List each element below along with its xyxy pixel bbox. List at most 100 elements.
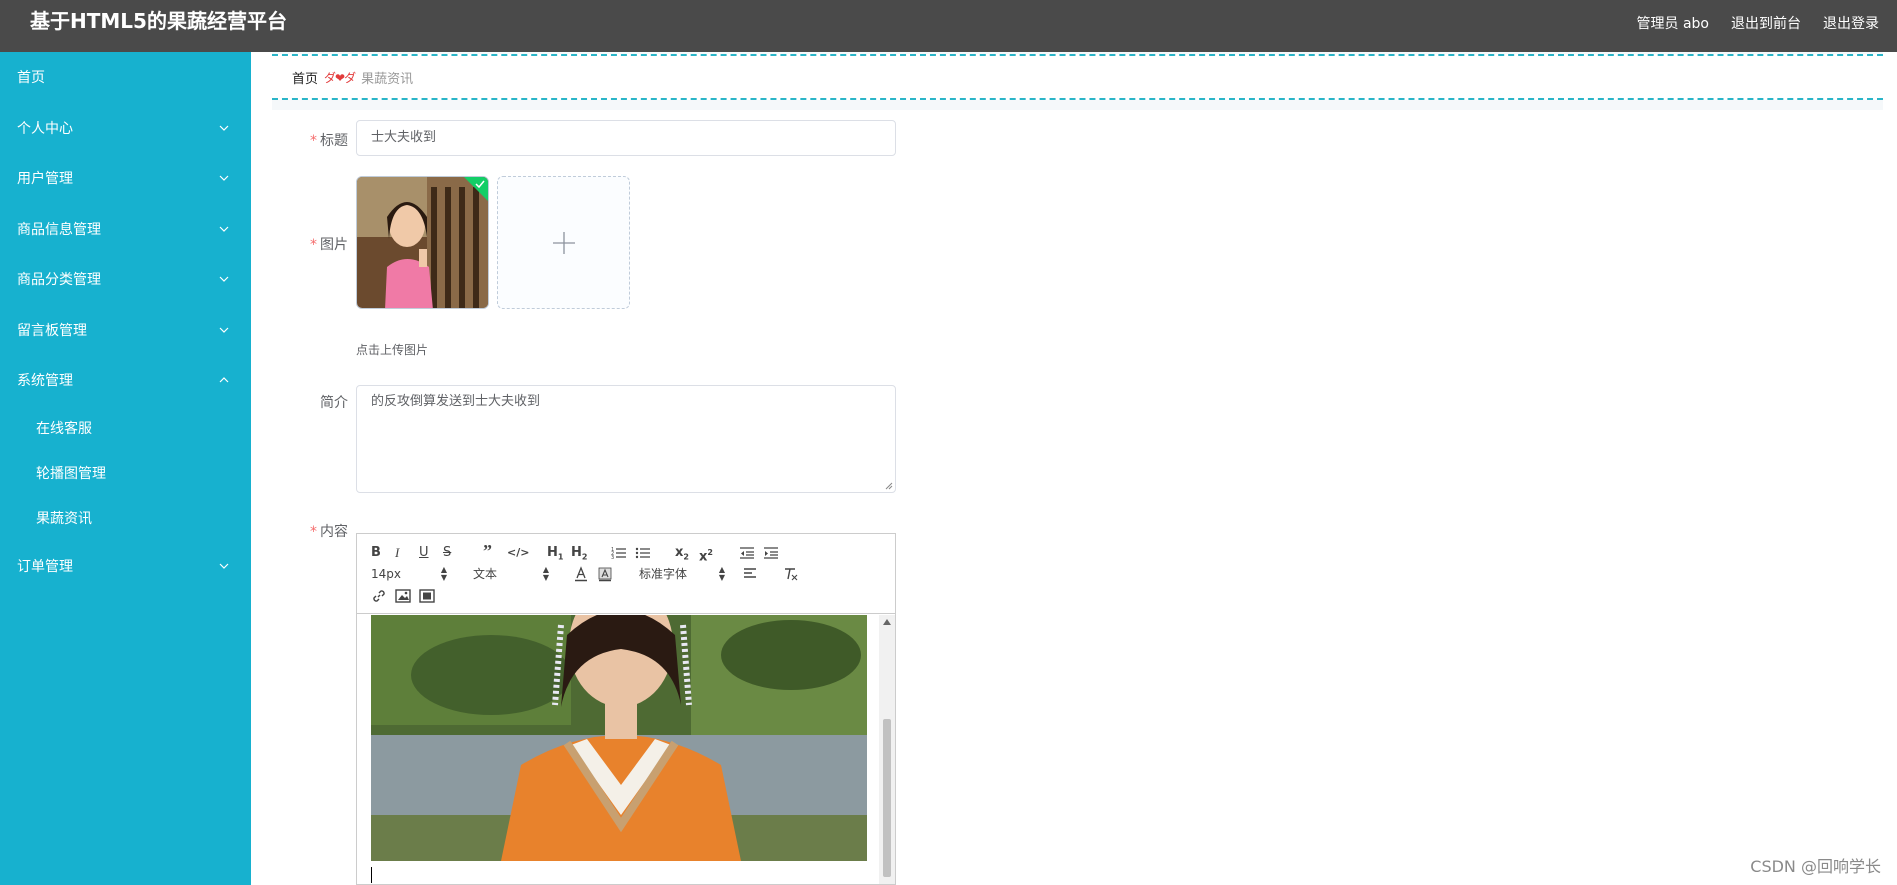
code-block-icon[interactable]: </> — [507, 545, 529, 561]
sidebar-item-label: 商品信息管理 — [17, 221, 101, 238]
font-size-value: 14px — [371, 567, 401, 581]
select-arrows-icon: ▲ ▼ — [542, 565, 549, 582]
title-input-value: 士大夫收到 — [371, 130, 437, 145]
required-mark: * — [310, 524, 317, 540]
sidebar-item-system-management[interactable]: 系统管理 — [0, 355, 251, 406]
content-label-text: 内容 — [320, 524, 348, 540]
sidebar-subitem-label: 轮播图管理 — [36, 466, 106, 482]
select-arrows-icon: ▲ ▼ — [718, 565, 725, 582]
breadcrumb-separator: ダ❤ダ — [324, 70, 356, 85]
resize-handle-icon[interactable] — [885, 482, 893, 490]
superscript-button[interactable]: x2 — [699, 545, 713, 565]
header-2-button[interactable]: H2 — [571, 545, 587, 566]
font-family-select[interactable]: 标准字体 ▲ ▼ — [639, 566, 725, 582]
app-title: 基于HTML5的果蔬经营平台 — [30, 9, 287, 33]
image-label: * 图片 — [272, 234, 348, 254]
rich-text-editor[interactable]: B I U S ” </> H1 H2 123 x2 x2 14px ▲ ▼ 文… — [356, 533, 896, 885]
svg-text:3: 3 — [611, 555, 614, 560]
sidebar-item-label: 系统管理 — [17, 373, 73, 390]
chevron-down-icon — [219, 563, 229, 569]
sidebar-subitem-label: 在线客服 — [36, 421, 92, 437]
header-select[interactable]: 文本 ▲ ▼ — [473, 566, 549, 582]
sidebar-item-message-board[interactable]: 留言板管理 — [0, 305, 251, 356]
chevron-down-icon — [219, 327, 229, 333]
title-label-text: 标题 — [320, 133, 348, 149]
form-panel: * 标题 士大夫收到 * 图片 点击上传图片 简介 的反攻倒算发送到士大夫收到 … — [272, 110, 1883, 885]
watermark: CSDN @回响学长 — [1750, 857, 1881, 876]
text-cursor — [371, 867, 372, 883]
image-icon[interactable] — [395, 589, 411, 603]
italic-button[interactable]: I — [395, 545, 399, 561]
sidebar-item-label: 首页 — [17, 70, 45, 87]
editor-embedded-image — [371, 615, 867, 861]
editor-content[interactable] — [357, 615, 895, 884]
breadcrumb-current: 果蔬资讯 — [361, 71, 414, 87]
sidebar-item-label: 个人中心 — [17, 120, 73, 137]
sidebar-subitem-label: 果蔬资讯 — [36, 511, 92, 527]
sidebar-item-order-management[interactable]: 订单管理 — [0, 541, 251, 592]
exit-to-front-link[interactable]: 退出到前台 — [1731, 13, 1801, 33]
sidebar-item-label: 留言板管理 — [17, 322, 87, 339]
chevron-down-icon — [219, 125, 229, 131]
plus-icon — [552, 231, 575, 254]
link-icon[interactable] — [371, 588, 387, 604]
upload-success-icon — [464, 177, 488, 201]
font-size-select[interactable]: 14px ▲ ▼ — [371, 566, 447, 582]
top-bar: 基于HTML5的果蔬经营平台 管理员 abo 退出到前台 退出登录 — [0, 0, 1897, 52]
editor-toolbar: B I U S ” </> H1 H2 123 x2 x2 14px ▲ ▼ 文… — [357, 534, 895, 614]
clean-format-icon[interactable] — [783, 567, 799, 581]
upload-image-button[interactable] — [497, 176, 630, 309]
chevron-up-icon — [219, 377, 229, 383]
title-input[interactable]: 士大夫收到 — [356, 120, 896, 156]
ordered-list-icon[interactable]: 123 — [611, 546, 627, 560]
sidebar-subitem-news[interactable]: 果蔬资讯 — [0, 496, 251, 541]
breadcrumb: 首页 ダ❤ダ 果蔬资讯 — [272, 54, 1883, 100]
breadcrumb-home[interactable]: 首页 — [292, 68, 318, 87]
bullet-list-icon[interactable] — [635, 546, 651, 560]
strike-button[interactable]: S — [443, 545, 451, 561]
sidebar-item-product-category[interactable]: 商品分类管理 — [0, 254, 251, 305]
sidebar-item-label: 商品分类管理 — [17, 272, 101, 289]
text-color-icon[interactable] — [573, 566, 589, 582]
header-1-button[interactable]: H1 — [547, 545, 563, 566]
indent-increase-icon[interactable] — [763, 546, 779, 560]
font-family-value: 标准字体 — [639, 567, 688, 581]
logout-link[interactable]: 退出登录 — [1823, 13, 1879, 33]
title-label: * 标题 — [272, 130, 348, 150]
sidebar-item-product-info[interactable]: 商品信息管理 — [0, 204, 251, 255]
sidebar-item-user-management[interactable]: 用户管理 — [0, 153, 251, 204]
admin-user-label: 管理员 abo — [1636, 16, 1709, 32]
sidebar-item-label: 用户管理 — [17, 171, 73, 188]
image-label-text: 图片 — [320, 237, 348, 253]
summary-textarea[interactable]: 的反攻倒算发送到士大夫收到 — [356, 385, 896, 493]
align-icon[interactable] — [743, 567, 759, 581]
summary-label: 简介 — [320, 395, 348, 411]
chevron-down-icon — [219, 276, 229, 283]
sidebar-item-home[interactable]: 首页 — [0, 52, 251, 103]
indent-decrease-icon[interactable] — [739, 546, 755, 560]
required-mark: * — [310, 237, 317, 253]
background-color-icon[interactable] — [597, 566, 613, 582]
summary-textarea-value: 的反攻倒算发送到士大夫收到 — [371, 394, 541, 409]
sidebar-subitem-carousel[interactable]: 轮播图管理 — [0, 451, 251, 496]
scroll-up-icon[interactable] — [883, 619, 891, 625]
top-links: 管理员 abo 退出到前台 退出登录 — [1637, 13, 1879, 33]
underline-button[interactable]: U — [419, 545, 429, 561]
sidebar: 首页 个人中心 用户管理 商品信息管理 商品分类管理 留言板管理 系统管理 在线… — [0, 52, 251, 885]
video-icon[interactable] — [419, 589, 435, 603]
bold-button[interactable]: B — [371, 545, 381, 561]
sidebar-subitem-online-service[interactable]: 在线客服 — [0, 406, 251, 451]
scrollbar-thumb[interactable] — [883, 719, 891, 877]
subscript-button[interactable]: x2 — [675, 545, 689, 566]
chevron-down-icon — [219, 226, 229, 232]
sidebar-item-label: 订单管理 — [17, 558, 73, 575]
uploaded-image-thumbnail[interactable] — [356, 176, 489, 309]
required-mark: * — [310, 133, 317, 149]
upload-hint: 点击上传图片 — [356, 343, 429, 357]
header-select-value: 文本 — [473, 567, 498, 581]
editor-scrollbar[interactable] — [879, 615, 895, 884]
content-label: * 内容 — [272, 521, 348, 541]
sidebar-item-personal-center[interactable]: 个人中心 — [0, 103, 251, 154]
blockquote-icon[interactable]: ” — [483, 542, 492, 560]
select-arrows-icon: ▲ ▼ — [440, 565, 447, 582]
